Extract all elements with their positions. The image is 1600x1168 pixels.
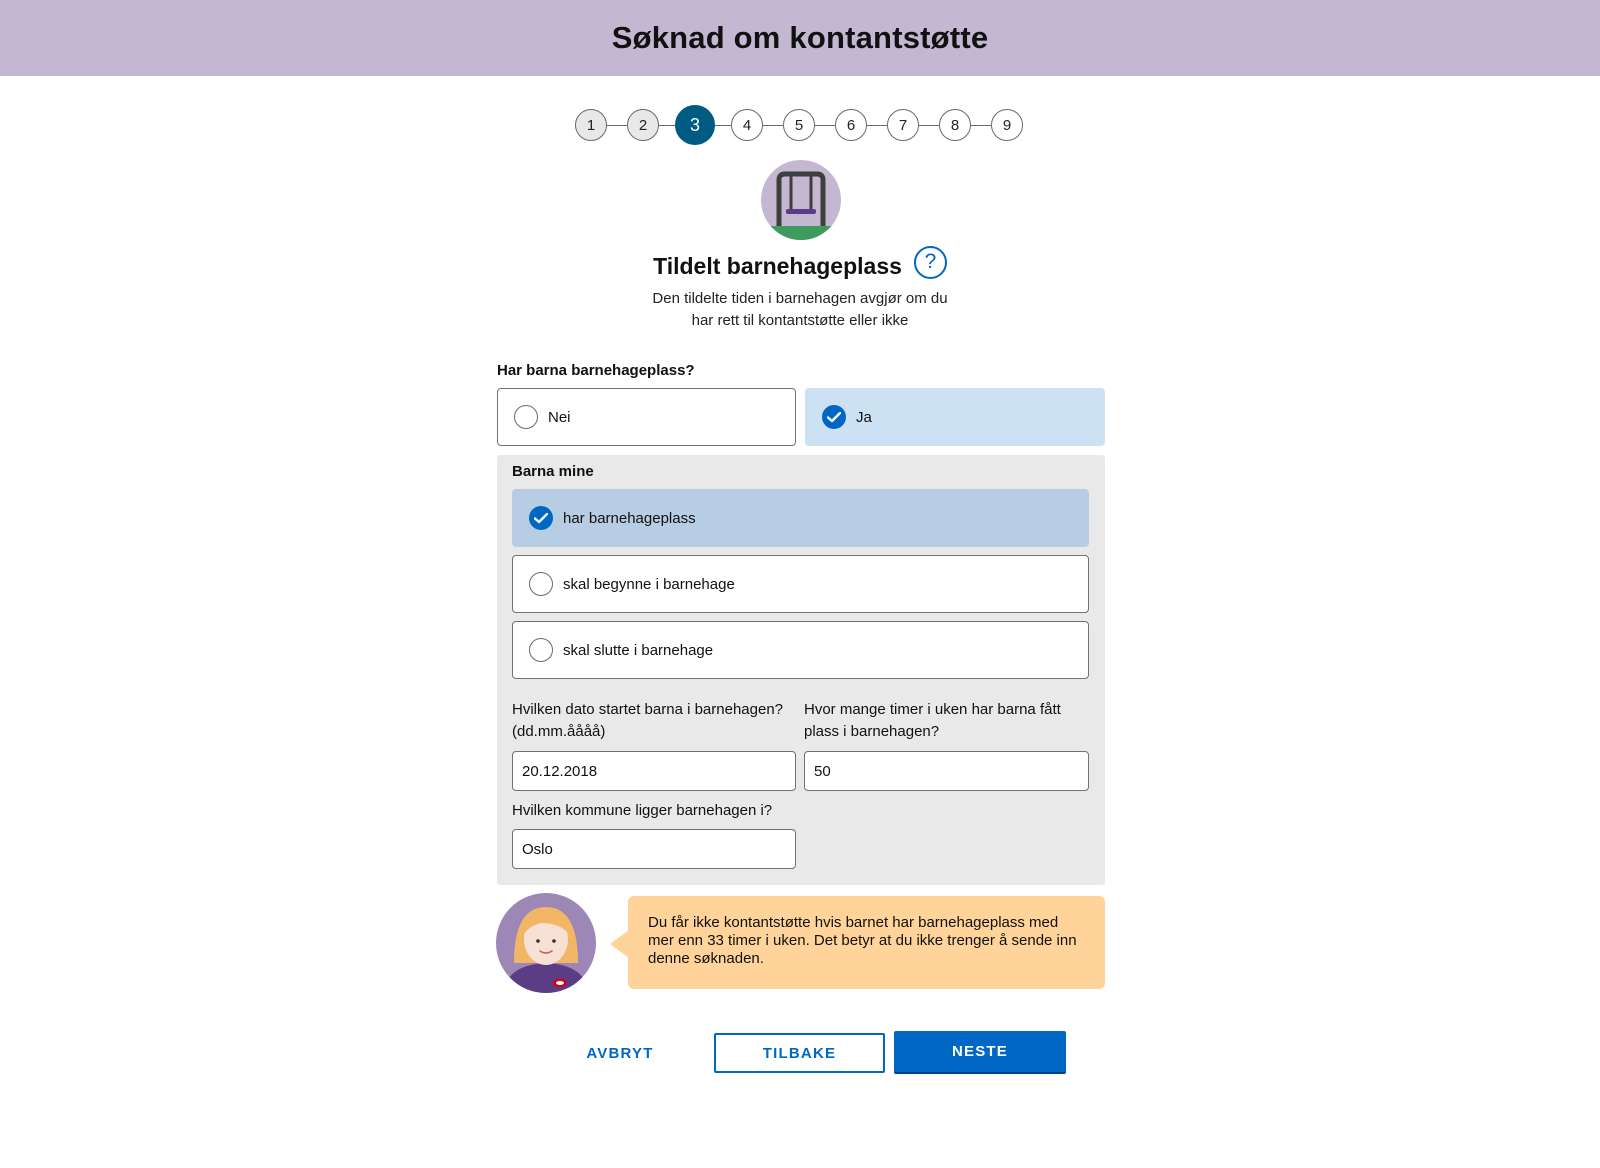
radio-option-nei[interactable]: Nei	[497, 388, 796, 446]
start-date-label: Hvilken dato startet barna i barnehagen?…	[512, 699, 802, 743]
radio-option-ja[interactable]: Ja	[805, 388, 1105, 446]
info-speech-bubble: Du får ikke kontantstøtte hvis barnet ha…	[628, 896, 1105, 989]
speech-bubble-tail	[610, 930, 629, 958]
veileder-avatar-icon	[496, 893, 596, 993]
start-date-label-line: Hvilken dato startet barna i barnehagen?	[512, 701, 784, 718]
radio-unchecked-icon	[529, 638, 553, 662]
step-4: 4	[731, 109, 763, 141]
hours-label-line: Hvor mange timer i uken har barna fått	[804, 701, 1061, 718]
checkmark-icon	[822, 405, 846, 429]
step-9: 9	[991, 109, 1023, 141]
step-7: 7	[887, 109, 919, 141]
start-date-format-hint: (dd.mm.åååå)	[512, 723, 606, 740]
section-title-row: Tildelt barnehageplass ?	[500, 242, 1100, 282]
radio-option-har-barnehageplass[interactable]: har barnehageplass	[512, 489, 1089, 547]
radio-option-label: Nei	[548, 408, 571, 426]
municipality-input[interactable]	[512, 829, 796, 869]
section-description-line: Den tildelte tiden i barnehagen avgjør o…	[652, 290, 948, 307]
help-button[interactable]: ?	[913, 245, 947, 279]
step-indicator: 1 2 3 4 5 6 7 8 9	[575, 105, 1025, 145]
section-description: Den tildelte tiden i barnehagen avgjør o…	[600, 288, 1000, 332]
checkmark-icon	[529, 506, 553, 530]
page-header: Søknad om kontantstøtte	[0, 0, 1600, 76]
info-text-line: mer enn 33 timer i uken. Det betyr at du…	[648, 932, 1077, 949]
radio-unchecked-icon	[529, 572, 553, 596]
info-text-line: Du får ikke kontantstøtte hvis barnet ha…	[648, 914, 1059, 931]
page-title: Søknad om kontantstøtte	[611, 20, 989, 55]
step-3-current: 3	[675, 105, 715, 145]
next-button[interactable]: NESTE	[894, 1031, 1066, 1072]
hours-label-line: plass i barnehagen?	[804, 723, 940, 740]
hours-label: Hvor mange timer i uken har barna fått p…	[804, 699, 1094, 743]
step-6: 6	[835, 109, 867, 141]
info-text-line: denne søknaden.	[648, 950, 764, 967]
radio-option-skal-begynne[interactable]: skal begynne i barnehage	[512, 555, 1089, 613]
step-8: 8	[939, 109, 971, 141]
hours-input[interactable]	[804, 751, 1089, 791]
radio-unchecked-icon	[514, 405, 538, 429]
radio-option-label: Ja	[856, 408, 872, 426]
radio-option-skal-slutte[interactable]: skal slutte i barnehage	[512, 621, 1089, 679]
children-panel: Barna mine har barnehageplass skal begyn…	[497, 455, 1105, 885]
section-title: Tildelt barnehageplass	[653, 252, 902, 279]
step-1[interactable]: 1	[575, 109, 607, 141]
step-2[interactable]: 2	[627, 109, 659, 141]
municipality-label: Hvilken kommune ligger barnehagen i?	[512, 802, 773, 819]
children-label: Barna mine	[512, 463, 594, 480]
radio-option-label: skal slutte i barnehage	[563, 641, 714, 659]
radio-option-label: skal begynne i barnehage	[563, 575, 735, 593]
question-label: Har barna barnehageplass?	[497, 362, 695, 379]
cancel-button[interactable]: AVBRYT	[560, 1033, 680, 1073]
swing-icon	[761, 160, 841, 240]
back-button[interactable]: TILBAKE	[714, 1033, 885, 1073]
radio-option-label: har barnehageplass	[563, 509, 696, 527]
section-description-line: har rett til kontantstøtte eller ikke	[691, 312, 909, 329]
question-mark-icon: ?	[924, 250, 937, 273]
step-5: 5	[783, 109, 815, 141]
start-date-input[interactable]	[512, 751, 796, 791]
